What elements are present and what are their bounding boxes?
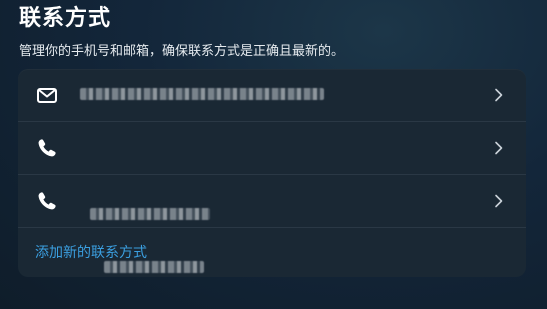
phone-icon [38,192,56,210]
page-title: 联系方式 [19,6,112,31]
contact-row-phone-2[interactable] [18,175,526,227]
contact-row-phone-1[interactable] [18,122,526,174]
page-subtitle: 管理你的手机号和邮箱，确保联系方式是正确且最新的。 [19,44,345,59]
contact-methods-card: 添加新的联系方式 [18,69,526,277]
chevron-right-icon [495,141,503,155]
chevron-right-icon [495,194,503,208]
chevron-right-icon [495,88,503,102]
phone-icon [38,139,56,157]
contact-row-email[interactable] [18,69,526,121]
row-divider [18,227,526,228]
add-contact-method-link[interactable]: 添加新的联系方式 [35,243,147,263]
email-value-redacted [80,88,324,100]
envelope-icon [37,88,57,103]
